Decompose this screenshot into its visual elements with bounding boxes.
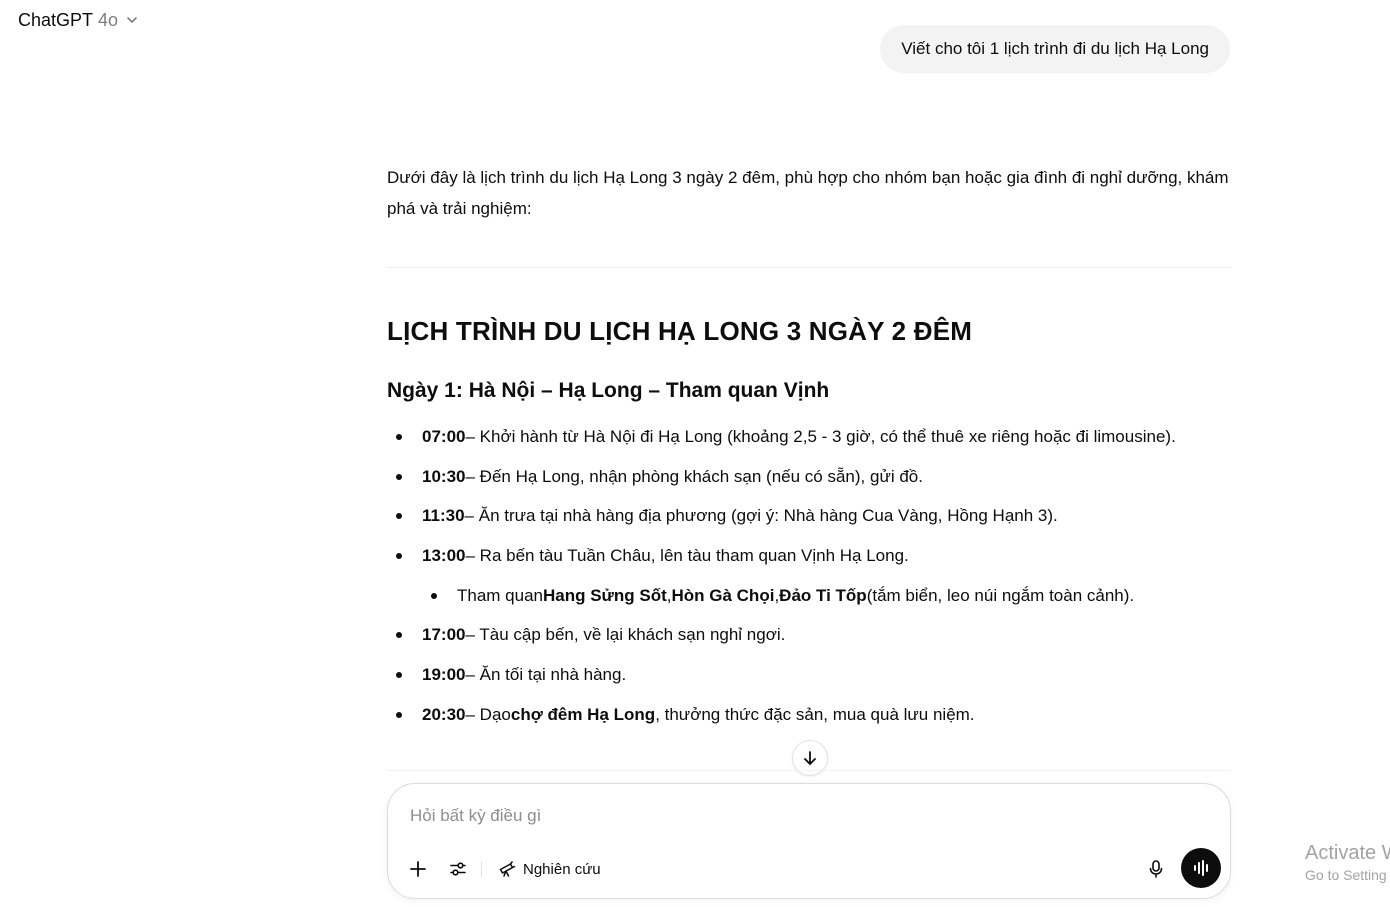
list-item: 11:30 – Ăn trưa tại nhà hàng địa phương …: [387, 496, 1231, 536]
bullet: [431, 592, 437, 599]
arrow-down-icon: [804, 751, 816, 765]
divider: [387, 267, 1231, 268]
prompt-input[interactable]: [410, 806, 1110, 826]
item-time: 11:30: [422, 506, 465, 526]
model-switcher[interactable]: ChatGPT 4o: [10, 6, 147, 34]
divider: [387, 770, 1231, 771]
item-text: – Đến Hạ Long, nhận phòng khách sạn (nếu…: [465, 466, 923, 486]
voice-mode-icon: [1194, 860, 1208, 876]
item-text: – Khởi hành từ Hà Nội đi Hạ Long (khoảng…: [465, 426, 1176, 446]
research-button[interactable]: Nghiên cứu: [492, 852, 607, 886]
place-name: Đảo Ti Tốp: [779, 585, 867, 605]
bullet: [396, 632, 402, 639]
telescope-icon: [499, 861, 516, 877]
plus-icon: [410, 861, 426, 877]
item-bold: chợ đêm Hạ Long: [510, 704, 656, 724]
list-item: 13:00 – Ra bến tàu Tuần Châu, lên tàu th…: [387, 536, 1231, 576]
chevron-down-icon: [125, 13, 139, 27]
item-text: – Dạo: [465, 704, 511, 724]
voice-mode-button[interactable]: [1181, 848, 1221, 888]
watermark-title: Activate W: [1305, 842, 1390, 864]
sub-list-item: Tham quan Hang Sửng Sốt, Hòn Gà Chọi, Đả…: [387, 576, 1231, 616]
composer: Nghiên cứu: [387, 783, 1231, 899]
item-time: 10:30: [422, 466, 466, 486]
bullet: [396, 711, 402, 718]
watermark-subtitle: Go to Setting: [1305, 867, 1387, 883]
list-item: 17:00 – Tàu cập bến, về lại khách sạn ng…: [387, 615, 1231, 655]
item-time: 07:00: [422, 426, 466, 446]
item-text: – Ăn trưa tại nhà hàng địa phương (gợi ý…: [464, 506, 1058, 526]
answer-intro: Dưới đây là lịch trình du lịch Hạ Long 3…: [387, 168, 1229, 218]
item-text: – Ăn tối tại nhà hàng.: [465, 664, 627, 684]
item-time: 19:00: [422, 664, 466, 684]
item-text: – Ra bến tàu Tuần Châu, lên tàu tham qua…: [465, 545, 909, 565]
item-time: 17:00: [422, 625, 466, 645]
model-version: 4o: [98, 9, 119, 30]
list-item: 19:00 – Ăn tối tại nhà hàng.: [387, 655, 1231, 695]
place-name: Hòn Gà Chọi: [671, 585, 775, 605]
item-text: , thưởng thức đặc sản, mua quà lưu niệm.: [655, 704, 975, 724]
item-text: – Tàu cập bến, về lại khách sạn nghỉ ngơ…: [465, 625, 786, 645]
day-heading: Ngày 1: Hà Nội – Hạ Long – Tham quan Vịn…: [387, 379, 830, 402]
bullet: [396, 473, 402, 480]
research-label: Nghiên cứu: [523, 860, 601, 878]
assistant-message: Dưới đây là lịch trình du lịch Hạ Long 3…: [387, 162, 1231, 724]
activation-watermark: Activate W Go to Setting: [1305, 841, 1390, 885]
place-name: Hang Sửng Sốt: [543, 585, 667, 605]
tools-button[interactable]: [444, 852, 472, 886]
list-item: 10:30 – Đến Hạ Long, nhận phòng khách sạ…: [387, 457, 1231, 497]
item-time: 13:00: [422, 545, 466, 565]
user-message: Viết cho tôi 1 lịch trình đi du lịch Hạ …: [880, 25, 1230, 73]
dictate-button[interactable]: [1141, 852, 1171, 886]
bullet: [396, 671, 402, 678]
list-item: 07:00 – Khởi hành từ Hà Nội đi Hạ Long (…: [387, 417, 1231, 457]
add-attachment-button[interactable]: [404, 852, 432, 886]
microphone-icon: [1149, 860, 1163, 878]
bullet: [396, 513, 402, 520]
bullet: [396, 433, 402, 440]
model-name: ChatGPT: [18, 9, 94, 30]
item-time: 20:30: [422, 704, 466, 724]
itinerary-title: LỊCH TRÌNH DU LỊCH HẠ LONG 3 NGÀY 2 ĐÊM: [387, 316, 973, 346]
itinerary-list: 07:00 – Khởi hành từ Hà Nội đi Hạ Long (…: [387, 417, 1231, 735]
user-message-text: Viết cho tôi 1 lịch trình đi du lịch Hạ …: [901, 39, 1209, 58]
list-item: 20:30 – Dạo chợ đêm Hạ Long, thưởng thức…: [387, 695, 1231, 735]
sub-suffix: (tắm biển, leo núi ngắm toàn cảnh).: [866, 585, 1135, 605]
divider: [481, 861, 482, 877]
sliders-icon: [450, 862, 466, 876]
sub-prefix: Tham quan: [457, 585, 543, 605]
bullet: [396, 552, 402, 559]
